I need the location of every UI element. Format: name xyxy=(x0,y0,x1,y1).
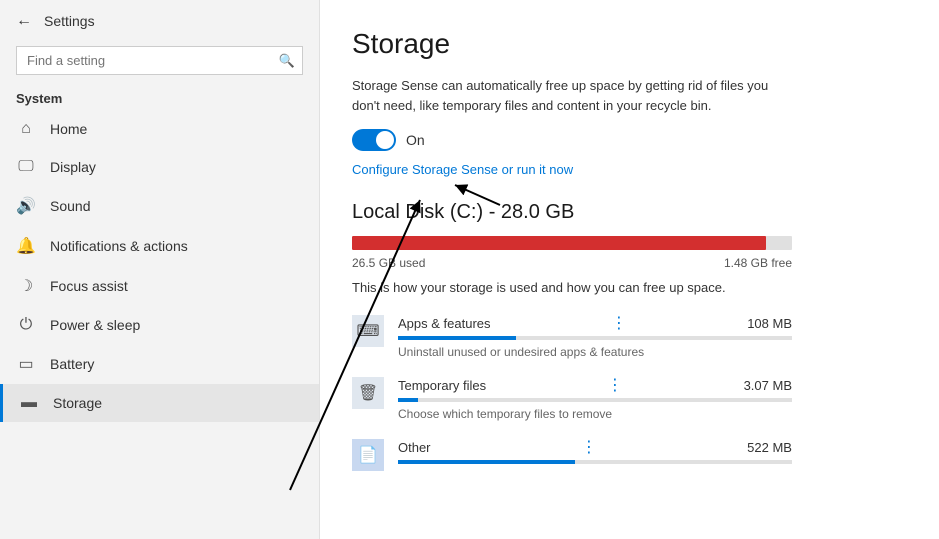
search-icon: 🔍 xyxy=(279,53,295,69)
temp-size: 3.07 MB xyxy=(744,378,792,393)
home-icon: ⌂ xyxy=(16,120,36,138)
sidebar-item-label: Battery xyxy=(50,356,94,372)
other-icon: 📄 xyxy=(352,439,384,471)
disk-description: This is how your storage is used and how… xyxy=(352,280,907,295)
apps-size: 108 MB xyxy=(747,316,792,331)
storage-item-other: 📄 Other ⋮ 522 MB xyxy=(352,437,792,471)
focus-icon: ☽ xyxy=(16,276,36,296)
other-bar xyxy=(398,460,792,464)
sidebar-item-label: Sound xyxy=(50,198,90,214)
notification-icon: 🔔 xyxy=(16,236,36,256)
search-box[interactable]: 🔍 xyxy=(16,46,303,75)
sidebar-item-focus[interactable]: ☽ Focus assist xyxy=(0,266,319,306)
sound-icon: 🔊 xyxy=(16,196,36,216)
other-header: Other ⋮ 522 MB xyxy=(398,437,792,457)
sidebar-header: ← Settings xyxy=(0,0,319,42)
main-content: Storage Storage Sense can automatically … xyxy=(320,0,939,539)
temp-bar xyxy=(398,398,792,402)
storage-item-apps: ⌨ Apps & features ⋮ 108 MB Uninstall unu… xyxy=(352,313,792,361)
back-button[interactable]: ← xyxy=(16,12,32,30)
system-label: System xyxy=(0,83,319,110)
page-title: Storage xyxy=(352,28,907,60)
sidebar-item-label: Home xyxy=(50,121,87,137)
disk-bar-fill xyxy=(352,236,766,250)
apps-info: Apps & features ⋮ 108 MB Uninstall unuse… xyxy=(398,313,792,361)
sidebar-item-label: Power & sleep xyxy=(50,317,140,333)
apps-icon: ⌨ xyxy=(352,315,384,347)
apps-bar xyxy=(398,336,792,340)
sidebar-item-label: Storage xyxy=(53,395,102,411)
storage-icon: ▬ xyxy=(19,394,39,412)
sidebar-item-display[interactable]: 🖵 Display xyxy=(0,148,319,186)
apps-header: Apps & features ⋮ 108 MB xyxy=(398,313,792,333)
temp-name: Temporary files xyxy=(398,378,486,393)
toggle-label: On xyxy=(406,132,425,148)
nav-items: ⌂ Home 🖵 Display 🔊 Sound 🔔 Notifications… xyxy=(0,110,319,539)
search-input[interactable] xyxy=(16,46,303,75)
disk-used: 26.5 GB used xyxy=(352,256,425,270)
display-icon: 🖵 xyxy=(16,158,36,176)
apps-desc: Uninstall unused or undesired apps & fea… xyxy=(398,345,644,359)
disk-stats: 26.5 GB used 1.48 GB free xyxy=(352,256,792,270)
temp-info: Temporary files ⋮ 3.07 MB Choose which t… xyxy=(398,375,792,423)
other-info: Other ⋮ 522 MB xyxy=(398,437,792,467)
temp-desc: Choose which temporary files to remove xyxy=(398,407,612,421)
other-name: Other xyxy=(398,440,431,455)
toggle-row: On xyxy=(352,129,907,151)
sidebar-item-power[interactable]: ⏻ Power & sleep xyxy=(0,306,319,344)
power-icon: ⏻ xyxy=(16,316,36,334)
temp-icon: 🗑 xyxy=(352,377,384,409)
description: Storage Sense can automatically free up … xyxy=(352,76,792,115)
storage-sense-toggle[interactable] xyxy=(352,129,396,151)
back-icon: ← xyxy=(16,12,32,30)
sidebar-item-label: Display xyxy=(50,159,96,175)
disk-free: 1.48 GB free xyxy=(724,256,792,270)
sidebar: ← Settings 🔍 System ⌂ Home 🖵 Display 🔊 S… xyxy=(0,0,320,539)
apps-name: Apps & features xyxy=(398,316,491,331)
sidebar-item-sound[interactable]: 🔊 Sound xyxy=(0,186,319,226)
storage-item-temp: 🗑 Temporary files ⋮ 3.07 MB Choose which… xyxy=(352,375,792,423)
other-bar-fill xyxy=(398,460,575,464)
configure-link[interactable]: Configure Storage Sense or run it now xyxy=(352,162,573,177)
sidebar-item-home[interactable]: ⌂ Home xyxy=(0,110,319,148)
apps-bar-fill xyxy=(398,336,516,340)
sidebar-item-notifications[interactable]: 🔔 Notifications & actions xyxy=(0,226,319,266)
sidebar-item-label: Notifications & actions xyxy=(50,238,188,254)
disk-bar-container xyxy=(352,236,792,250)
temp-bar-fill xyxy=(398,398,418,402)
other-dots[interactable]: ⋮ xyxy=(581,437,597,457)
battery-icon: ▭ xyxy=(16,354,36,374)
settings-title: Settings xyxy=(44,13,95,29)
temp-header: Temporary files ⋮ 3.07 MB xyxy=(398,375,792,395)
disk-title: Local Disk (C:) - 28.0 GB xyxy=(352,201,907,224)
temp-dots[interactable]: ⋮ xyxy=(607,375,623,395)
sidebar-item-storage[interactable]: ▬ Storage xyxy=(0,384,319,422)
sidebar-item-battery[interactable]: ▭ Battery xyxy=(0,344,319,384)
other-size: 522 MB xyxy=(747,440,792,455)
sidebar-item-label: Focus assist xyxy=(50,278,128,294)
apps-dots[interactable]: ⋮ xyxy=(611,313,627,333)
